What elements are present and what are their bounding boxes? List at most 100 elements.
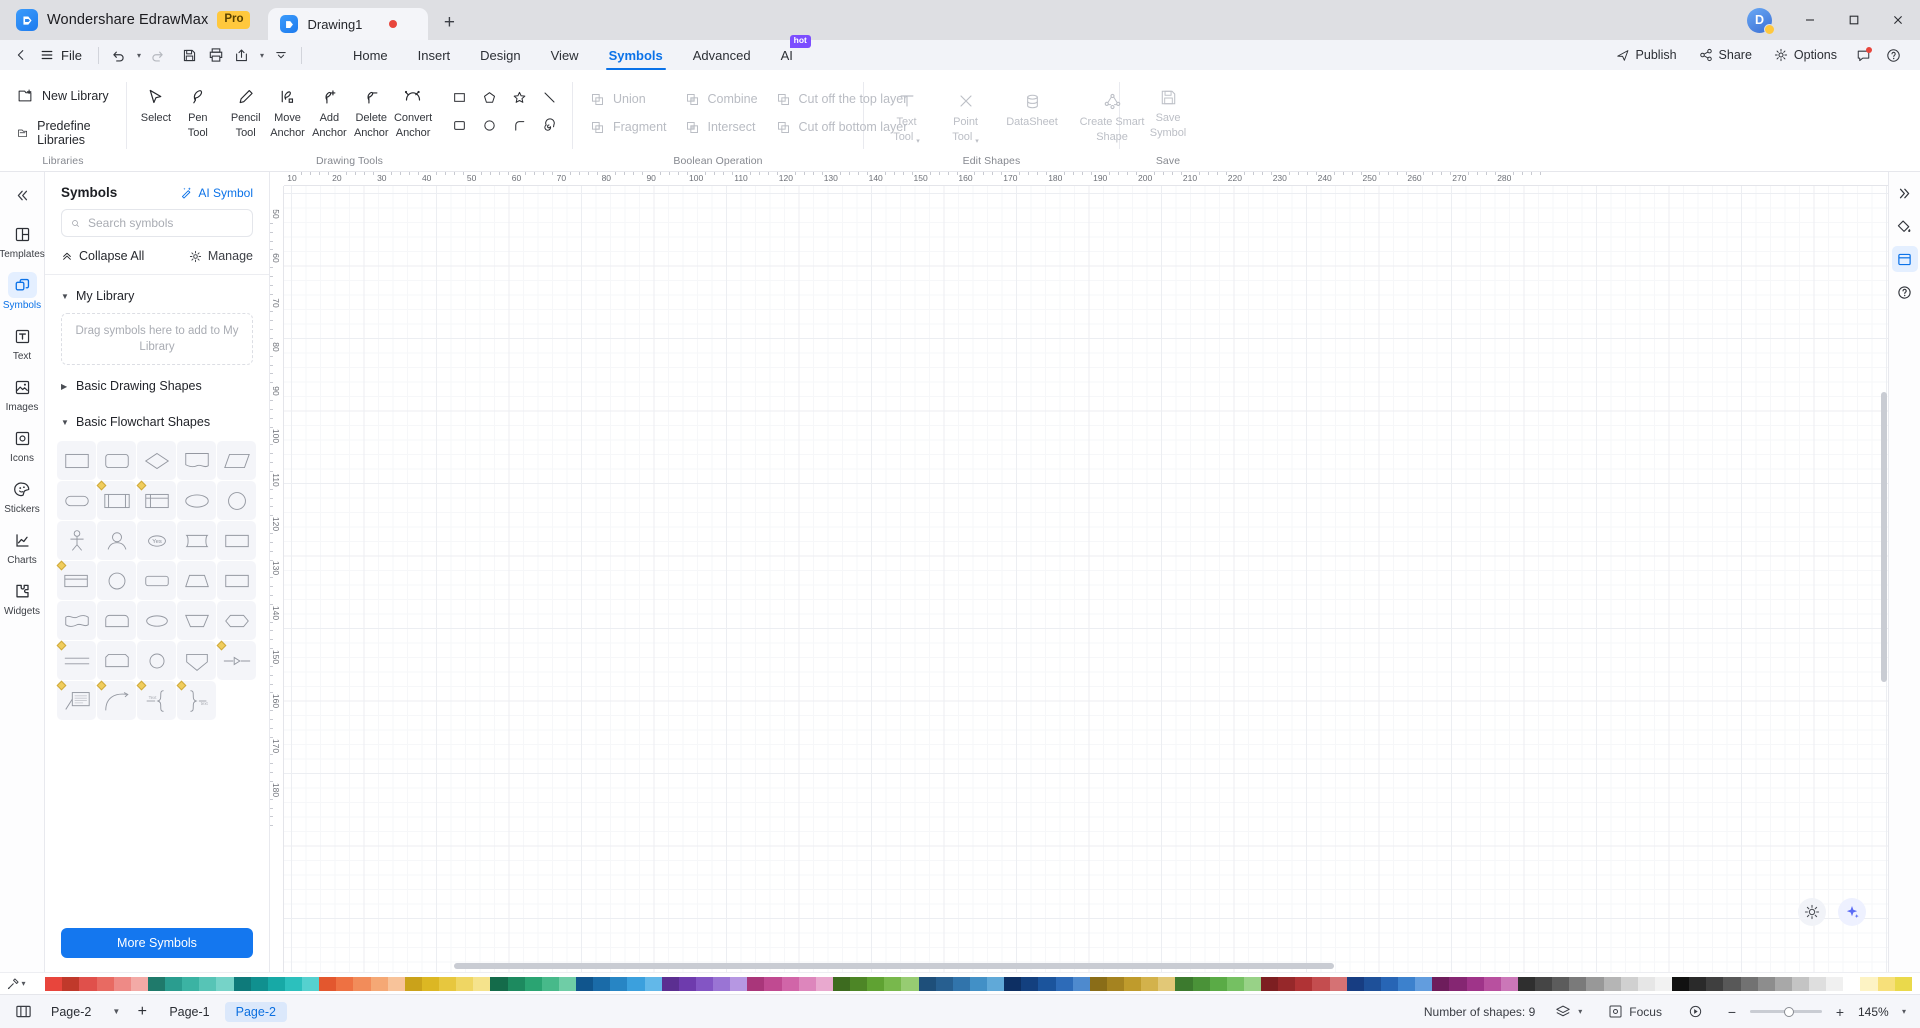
canvas-horizontal-scrollbar[interactable] xyxy=(454,963,1334,969)
color-swatch[interactable] xyxy=(1449,976,1467,991)
close-button[interactable] xyxy=(1876,0,1920,40)
symbol-stored-data[interactable] xyxy=(177,521,216,560)
color-swatch[interactable] xyxy=(1209,976,1227,991)
color-swatch[interactable] xyxy=(28,976,46,991)
color-swatch[interactable] xyxy=(1226,976,1244,991)
save-icon[interactable] xyxy=(177,42,203,68)
color-swatch[interactable] xyxy=(713,976,731,991)
color-swatch[interactable] xyxy=(182,976,200,991)
color-swatch[interactable] xyxy=(1689,976,1707,991)
back-chevron-icon[interactable] xyxy=(8,42,34,68)
color-swatch[interactable] xyxy=(901,976,919,991)
color-swatch[interactable] xyxy=(147,976,165,991)
color-swatch[interactable] xyxy=(473,976,491,991)
color-swatch[interactable] xyxy=(935,976,953,991)
symbol-circle-connector[interactable] xyxy=(217,481,256,520)
page-selector-dropdown[interactable]: Page-2 xyxy=(40,1002,102,1022)
color-swatch[interactable] xyxy=(370,976,388,991)
color-swatch[interactable] xyxy=(233,976,251,991)
color-swatch[interactable] xyxy=(558,976,576,991)
color-swatch[interactable] xyxy=(113,976,131,991)
color-swatch[interactable] xyxy=(1517,976,1535,991)
zoom-slider[interactable] xyxy=(1749,1006,1822,1017)
color-swatch[interactable] xyxy=(1141,976,1159,991)
zoom-dropdown-caret-icon[interactable]: ▾ xyxy=(1902,1007,1906,1016)
color-swatch[interactable] xyxy=(1860,976,1878,991)
page-tab-page-2[interactable]: Page-2 xyxy=(224,1001,287,1022)
symbol-document-wave[interactable] xyxy=(177,441,216,480)
new-tab-button[interactable]: + xyxy=(434,8,464,38)
color-swatch[interactable] xyxy=(1826,976,1844,991)
pen-tool-button[interactable]: Pen Tool xyxy=(177,80,219,140)
symbol-parallelogram-data[interactable] xyxy=(217,441,256,480)
color-swatch[interactable] xyxy=(850,976,868,991)
symbol-pentagon-down[interactable] xyxy=(177,641,216,680)
color-swatch[interactable] xyxy=(1124,976,1142,991)
color-swatch[interactable] xyxy=(610,976,628,991)
color-swatch[interactable] xyxy=(764,976,782,991)
fill-format-icon[interactable] xyxy=(1892,213,1918,239)
color-swatch[interactable] xyxy=(1791,976,1809,991)
symbol-parallel-lines[interactable] xyxy=(56,640,96,680)
color-swatch[interactable] xyxy=(576,976,594,991)
color-swatch[interactable] xyxy=(1603,976,1621,991)
symbol-decision-diamond[interactable] xyxy=(137,441,176,480)
color-swatch[interactable] xyxy=(969,976,987,991)
symbol-wave-document[interactable] xyxy=(57,601,96,640)
color-swatch[interactable] xyxy=(439,976,457,991)
color-swatch[interactable] xyxy=(1329,976,1347,991)
maximize-button[interactable] xyxy=(1832,0,1876,40)
color-swatch[interactable] xyxy=(1637,976,1655,991)
symbol-arrow-connector[interactable] xyxy=(216,640,256,680)
color-swatch[interactable] xyxy=(1877,976,1895,991)
page-layout-icon[interactable] xyxy=(10,1000,36,1024)
color-swatch[interactable] xyxy=(1089,976,1107,991)
tab-insert[interactable]: Insert xyxy=(404,40,465,70)
symbol-offpage-rectangle[interactable] xyxy=(217,561,256,600)
color-swatch[interactable] xyxy=(1894,976,1912,991)
publish-button[interactable]: Publish xyxy=(1607,42,1686,68)
section-basic-drawing-shapes[interactable]: ▶ Basic Drawing Shapes xyxy=(45,365,269,401)
star-icon[interactable] xyxy=(504,83,534,111)
color-swatch[interactable] xyxy=(1363,976,1381,991)
color-swatch[interactable] xyxy=(130,976,148,991)
color-swatch[interactable] xyxy=(456,976,474,991)
color-swatch[interactable] xyxy=(490,976,508,991)
print-icon[interactable] xyxy=(203,42,229,68)
color-swatch[interactable] xyxy=(62,976,80,991)
color-swatch[interactable] xyxy=(319,976,337,991)
sidebar-item-charts[interactable]: Charts xyxy=(0,522,45,573)
color-swatch[interactable] xyxy=(1192,976,1210,991)
color-swatch[interactable] xyxy=(1243,976,1261,991)
symbol-rounded-rectangle[interactable] xyxy=(97,441,136,480)
color-swatch[interactable] xyxy=(1380,976,1398,991)
color-swatch[interactable] xyxy=(250,976,268,991)
color-swatch[interactable] xyxy=(1106,976,1124,991)
color-swatch[interactable] xyxy=(730,976,748,991)
chat-bubble-icon[interactable] xyxy=(1850,42,1876,68)
page-selector-caret-icon[interactable]: ▼ xyxy=(106,1001,126,1023)
focus-button[interactable]: Focus xyxy=(1602,1001,1668,1022)
color-swatch[interactable] xyxy=(79,976,97,991)
zoom-in-button[interactable]: + xyxy=(1831,1003,1849,1021)
add-anchor-button[interactable]: Add Anchor xyxy=(308,80,350,140)
color-swatch[interactable] xyxy=(1312,976,1330,991)
color-swatch[interactable] xyxy=(353,976,371,991)
color-swatch[interactable] xyxy=(1843,976,1861,991)
color-swatch[interactable] xyxy=(952,976,970,991)
help-question-icon[interactable] xyxy=(1892,279,1918,305)
brightness-icon[interactable] xyxy=(1798,898,1826,926)
rounded-rectangle-icon[interactable] xyxy=(444,111,474,139)
symbol-rounded-tab[interactable] xyxy=(97,601,136,640)
ai-symbol-button[interactable]: AI Symbol xyxy=(180,186,253,200)
minimize-button[interactable] xyxy=(1788,0,1832,40)
tab-view[interactable]: View xyxy=(537,40,593,70)
color-swatch[interactable] xyxy=(267,976,285,991)
color-swatch[interactable] xyxy=(1483,976,1501,991)
spiral-icon[interactable] xyxy=(534,111,564,139)
symbol-terminator-stadium[interactable] xyxy=(57,481,96,520)
color-swatch[interactable] xyxy=(1295,976,1313,991)
document-tab[interactable]: Drawing1 xyxy=(268,8,429,40)
color-swatch[interactable] xyxy=(593,976,611,991)
color-swatch[interactable] xyxy=(284,976,302,991)
